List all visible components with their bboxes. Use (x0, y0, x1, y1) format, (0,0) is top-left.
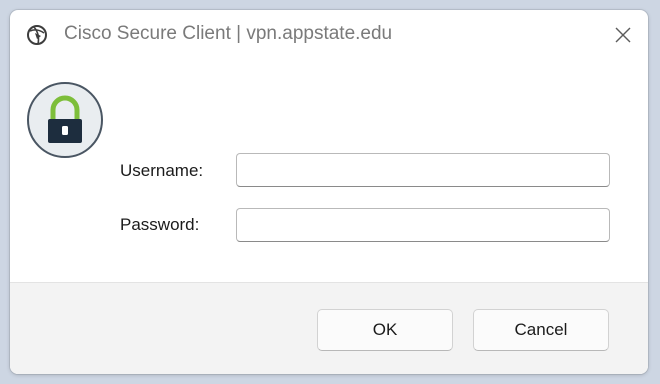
window-title: Cisco Secure Client | vpn.appstate.edu (64, 23, 393, 44)
password-label: Password: (120, 215, 200, 234)
dialog-footer: OK Cancel (10, 282, 648, 374)
username-label: Username: (120, 161, 204, 180)
lock-icon (48, 95, 82, 143)
ok-button[interactable]: OK (317, 309, 453, 351)
title-bar[interactable]: Cisco Secure Client | vpn.appstate.edu (10, 10, 648, 60)
cisco-globe-icon (26, 24, 48, 46)
close-icon (615, 27, 631, 43)
password-input[interactable] (236, 208, 610, 242)
username-input[interactable] (236, 153, 610, 187)
vpn-login-dialog: Cisco Secure Client | vpn.appstate.edu U… (10, 10, 648, 374)
cancel-button[interactable]: Cancel (473, 309, 609, 351)
lock-badge (27, 82, 103, 158)
close-button[interactable] (606, 20, 640, 50)
